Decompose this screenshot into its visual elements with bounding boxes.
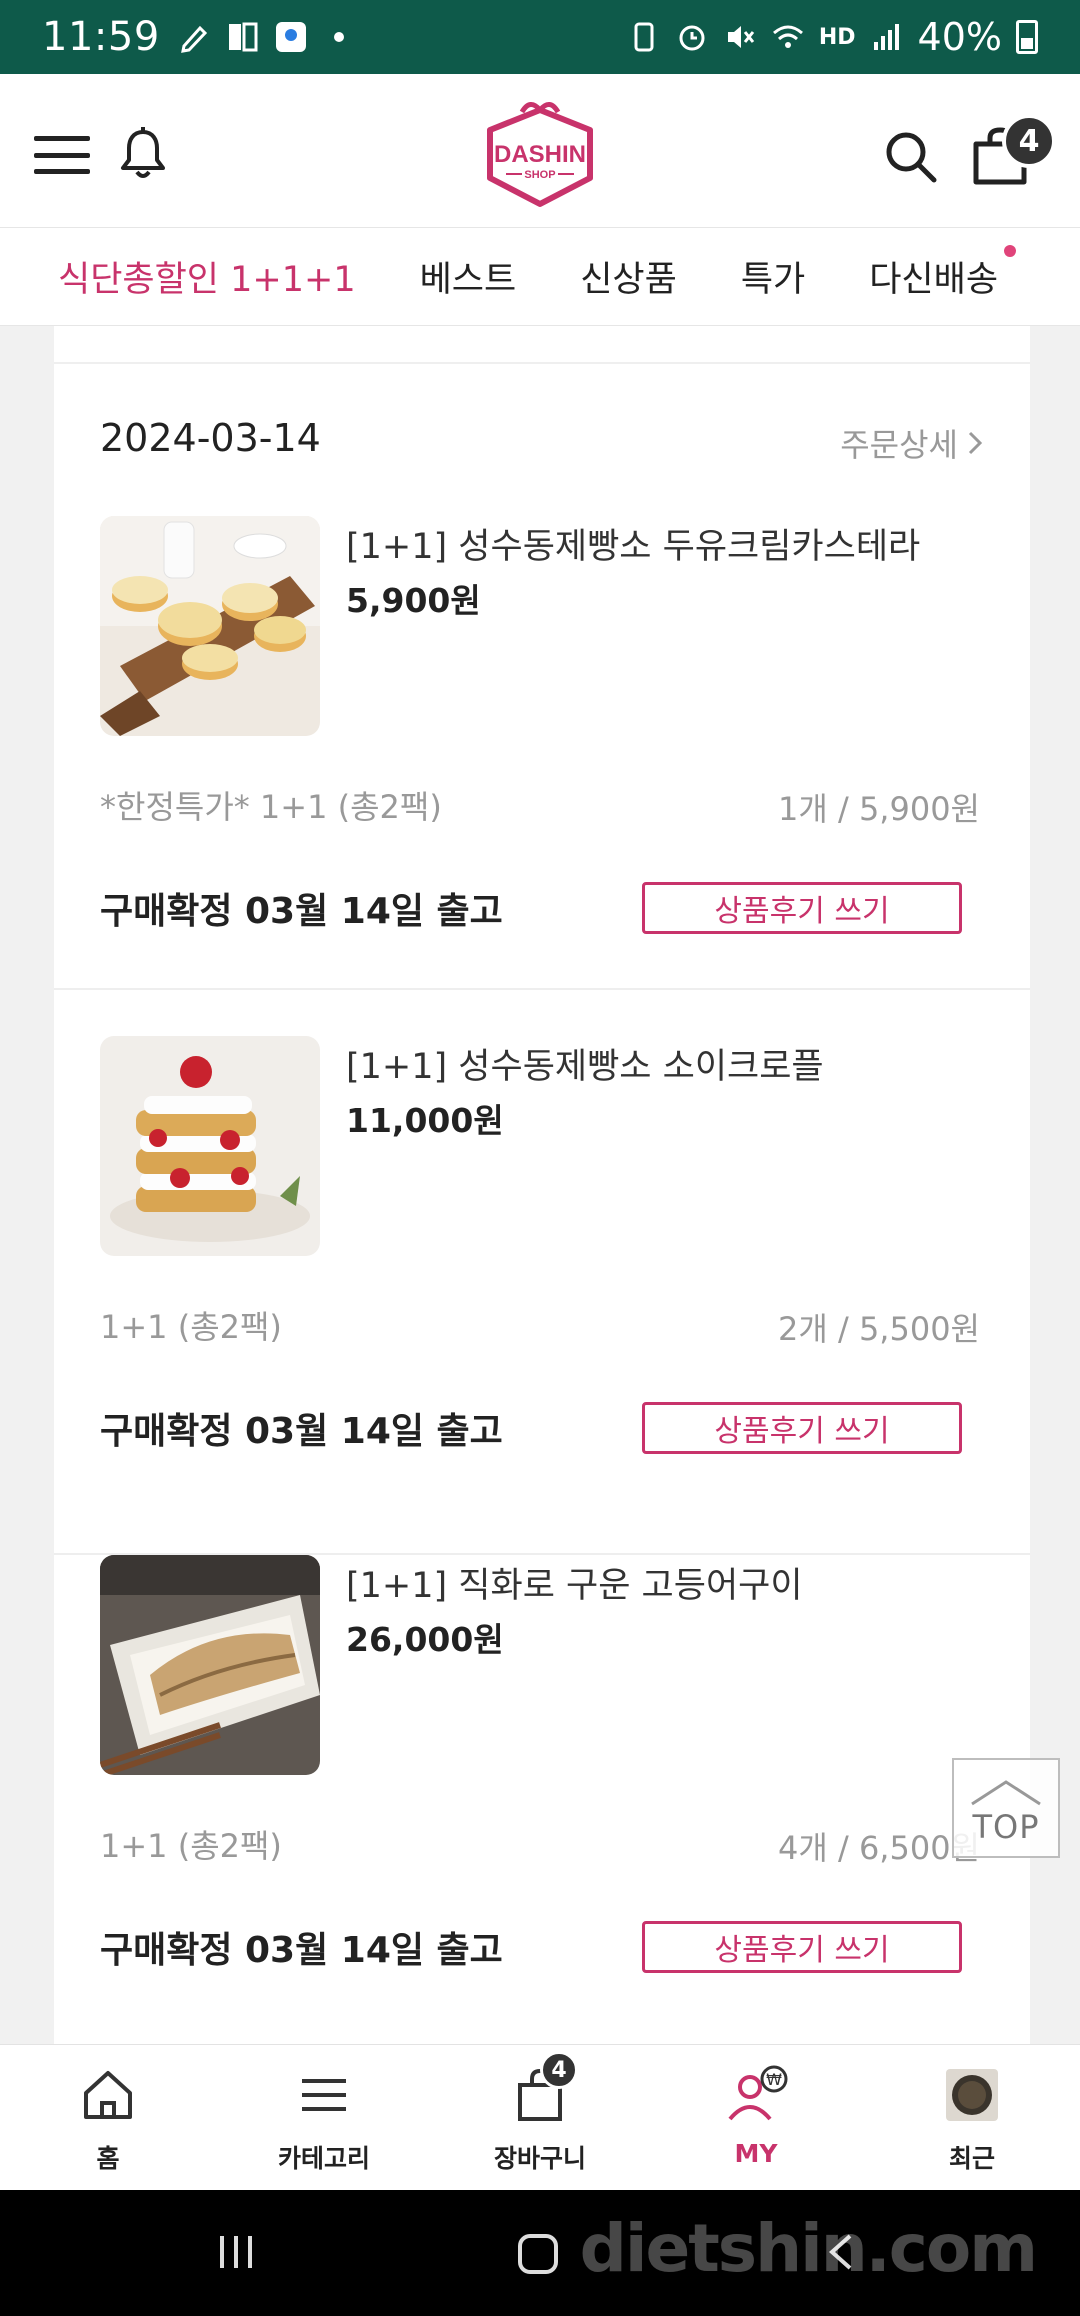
new-dot-indicator	[1004, 245, 1017, 257]
home-button-icon[interactable]	[514, 2230, 562, 2278]
top-label: TOP	[972, 1808, 1040, 1846]
write-review-button[interactable]: 상품후기 쓰기	[642, 1921, 962, 1973]
home-icon	[84, 2071, 132, 2119]
dashin-logo[interactable]: DASHIN SHOP	[476, 94, 604, 210]
status-time: 11:59	[42, 14, 160, 60]
nav-cart-label: 장바구니	[493, 2144, 586, 2173]
map-app-icon	[275, 22, 306, 52]
battery-percent: 40%	[917, 15, 1002, 59]
status-bar: 11:59 HD 40%	[0, 0, 1080, 74]
order-item: [1+1] 직화로 구운 고등어구이 26,000원 1+1 (총2팩) 4개 …	[54, 1555, 1030, 2074]
status-right: HD 40%	[627, 15, 1038, 59]
write-review-button[interactable]: 상품후기 쓰기	[642, 882, 962, 934]
bottom-navigation: 홈 카테고리 4 장바구니 ₩ MY 최근	[0, 2044, 1080, 2190]
recent-product-thumbnail	[946, 2069, 998, 2121]
product-option: 1+1 (총2팩)	[100, 1827, 282, 1865]
system-navigation-bar: dietshin.com	[0, 2190, 1080, 2316]
order-status: 구매확정 03월 14일 출고	[100, 891, 503, 932]
product-name[interactable]: [1+1] 직화로 구운 고등어구이	[346, 1557, 803, 1608]
product-option: *한정특가* 1+1 (총2팩)	[100, 788, 442, 826]
product-price: 26,000원	[346, 1620, 504, 1659]
bell-icon[interactable]	[118, 126, 168, 182]
nav-category-label: 카테고리	[277, 2144, 370, 2173]
nav-category[interactable]: 카테고리	[244, 2063, 404, 2175]
logo-sub: SHOP	[524, 169, 555, 181]
nav-home[interactable]: 홈	[28, 2063, 188, 2175]
battery-icon	[1016, 20, 1038, 54]
order-item: [1+1] 성수동제빵소 소이크로플 11,000원 1+1 (총2팩) 2개 …	[54, 1036, 1030, 1555]
user-won-icon: ₩	[728, 2065, 788, 2121]
product-name[interactable]: [1+1] 성수동제빵소 두유크림카스테라	[346, 518, 920, 569]
nav-home-label: 홈	[96, 2144, 120, 2173]
order-card: 2024-03-14 주문상세 [1+1] 성수동제빵소 두유크림카스테라 5,…	[54, 326, 1030, 2074]
product-image-mackerel[interactable]	[100, 1555, 320, 1775]
product-image-castella[interactable]	[100, 516, 320, 736]
pen-icon	[180, 25, 207, 53]
write-review-button[interactable]: 상품후기 쓰기	[642, 1402, 962, 1454]
product-quantity: 2개 / 5,500원	[778, 1310, 980, 1348]
nav-my[interactable]: ₩ MY	[676, 2063, 836, 2168]
nav-recent[interactable]: 최근	[892, 2063, 1052, 2175]
svg-text:₩: ₩	[766, 2070, 782, 2089]
tab-dashin-delivery[interactable]: 다신배송	[869, 245, 1017, 302]
tab-dashin-delivery-label: 다신배송	[869, 260, 999, 300]
mute-icon	[727, 26, 755, 48]
app-icon	[228, 22, 258, 52]
tab-best[interactable]: 베스트	[420, 251, 517, 302]
scroll-top-button[interactable]: TOP	[952, 1758, 1060, 1858]
product-option: 1+1 (총2팩)	[100, 1308, 282, 1346]
cart-icon-wrap: 4	[508, 2051, 578, 2127]
product-name[interactable]: [1+1] 성수동제빵소 소이크로플	[346, 1038, 824, 1089]
order-status: 구매확정 03월 14일 출고	[100, 1411, 503, 1452]
category-tabs: 식단총할인 1+1+1 베스트 신상품 특가 다신배송	[0, 228, 1080, 326]
product-quantity: 4개 / 6,500원	[778, 1829, 980, 1867]
order-detail-link[interactable]: 주문상세	[840, 420, 984, 466]
menu-icon[interactable]	[34, 136, 90, 174]
chevron-up-icon	[971, 1780, 1041, 1806]
status-notification-icons	[178, 20, 356, 54]
tab-diet-sale[interactable]: 식단총할인 1+1+1	[58, 251, 356, 302]
list-icon	[302, 2079, 346, 2111]
watermark: dietshin.com	[579, 2210, 1038, 2287]
nav-recent-label: 최근	[948, 2144, 995, 2173]
product-price: 5,900원	[346, 581, 481, 620]
hd-voice-label: HD	[818, 24, 856, 50]
cart-count-badge: 4	[1002, 114, 1056, 168]
product-quantity: 1개 / 5,900원	[778, 790, 980, 828]
nav-cart[interactable]: 4 장바구니	[460, 2051, 620, 2175]
nav-my-label: MY	[734, 2139, 778, 2168]
search-icon[interactable]	[884, 130, 938, 184]
recent-apps-icon[interactable]	[214, 2230, 258, 2274]
wifi-icon	[772, 25, 803, 48]
dot-icon	[333, 32, 344, 42]
app-header: DASHIN SHOP 4	[0, 74, 1080, 228]
product-price: 11,000원	[346, 1101, 504, 1140]
divider	[54, 362, 1030, 364]
tab-special-price[interactable]: 특가	[741, 251, 805, 302]
signal-icon	[873, 24, 899, 50]
order-detail-label: 주문상세	[840, 426, 958, 464]
tab-new[interactable]: 신상품	[580, 251, 677, 302]
product-image-croffle[interactable]	[100, 1036, 320, 1256]
order-item: [1+1] 성수동제빵소 두유크림카스테라 5,900원 *한정특가* 1+1 …	[54, 516, 1030, 990]
cart-count-badge: 4	[540, 2051, 578, 2089]
battery-saver-icon	[634, 22, 654, 52]
order-date: 2024-03-14	[100, 416, 321, 460]
chevron-right-icon	[968, 431, 983, 455]
divider	[54, 988, 1030, 990]
order-status: 구매확정 03월 14일 출고	[100, 1930, 503, 1971]
alarm-icon	[679, 25, 705, 51]
logo-text: DASHIN	[494, 141, 586, 168]
